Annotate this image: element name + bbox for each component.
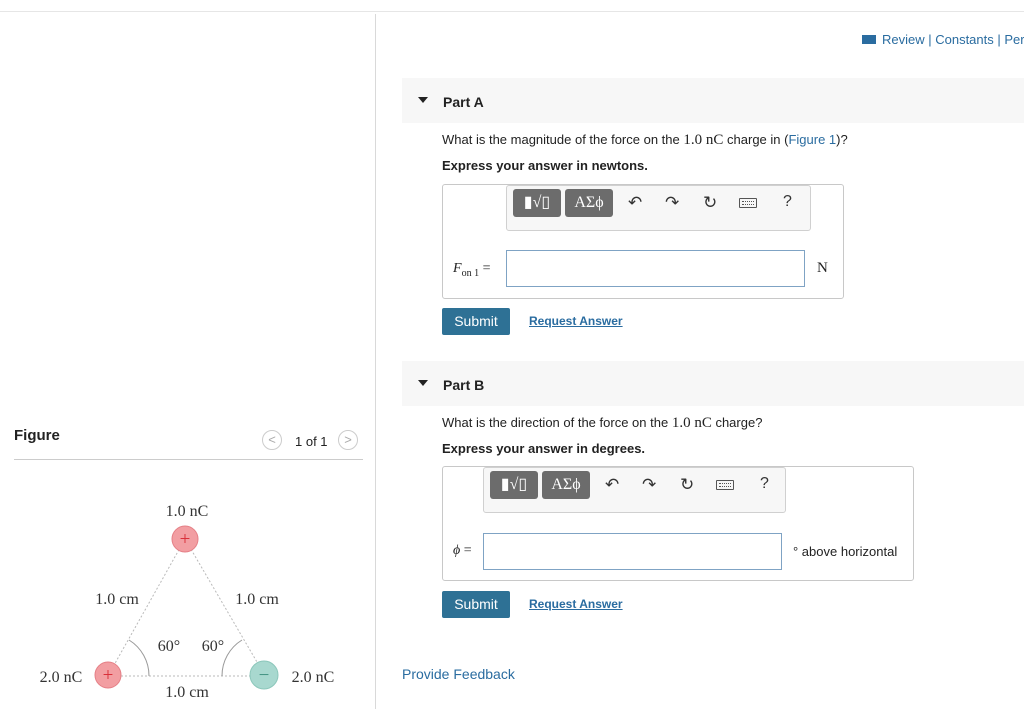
charge-triangle-diagram: + + − 1.0 nC 2.0 nC 2.0 nC 1.0 cm 1.0 cm…	[40, 503, 335, 701]
part-a-answer-input[interactable]	[506, 250, 805, 287]
top-rule	[0, 11, 1024, 12]
part-b-request-answer-link[interactable]: Request Answer	[529, 597, 623, 611]
question-text-mid: charge in (	[727, 132, 789, 147]
part-b-label: Part B	[443, 377, 485, 393]
part-b-math-toolbar: ▮√▯ ΑΣϕ ↶ ↷ ↻ ?	[483, 467, 786, 513]
part-b-answer-box: ▮√▯ ΑΣϕ ↶ ↷ ↻ ? ϕ = ° above horizontal	[442, 466, 914, 581]
redo-icon[interactable]: ↷	[665, 192, 679, 214]
variable-subscript: on 1	[461, 267, 480, 279]
reset-icon[interactable]: ↻	[703, 192, 717, 214]
part-a-answer-box: ▮√▯ ΑΣϕ ↶ ↷ ↻ ? Fon 1 = N	[442, 184, 844, 299]
redo-icon[interactable]: ↷	[642, 474, 656, 496]
part-b-question: What is the direction of the force on th…	[442, 415, 762, 432]
variable-main: F	[453, 261, 462, 276]
right-charge-label: 2.0 nC	[292, 669, 335, 686]
greek-symbols-icon[interactable]: ΑΣϕ	[542, 471, 590, 499]
equals-sign: =	[463, 543, 472, 558]
collapse-triangle-icon[interactable]	[418, 97, 428, 103]
undo-icon[interactable]: ↶	[605, 474, 619, 496]
next-figure-button[interactable]: >	[338, 430, 358, 450]
right-minus-sign: −	[259, 665, 270, 686]
prev-figure-button[interactable]: <	[262, 430, 282, 450]
help-icon[interactable]: ?	[783, 193, 792, 211]
part-b-answer-input[interactable]	[483, 533, 782, 570]
undo-icon[interactable]: ↶	[628, 192, 642, 214]
charge-value: 1.0 nC	[683, 132, 724, 148]
reset-icon[interactable]: ↻	[680, 474, 694, 496]
provide-feedback-link[interactable]: Provide Feedback	[402, 666, 515, 682]
part-a-label: Part A	[443, 94, 484, 110]
part-a-math-toolbar: ▮√▯ ΑΣϕ ↶ ↷ ↻ ?	[506, 185, 811, 231]
part-b-unit: ° above horizontal	[793, 544, 898, 559]
question-text-end: )?	[836, 132, 848, 147]
help-icon[interactable]: ?	[760, 475, 769, 493]
right-side-label: 1.0 cm	[235, 591, 279, 608]
part-a-variable: Fon 1 =	[453, 261, 490, 279]
bottom-side-label: 1.0 cm	[165, 684, 209, 701]
angle-arc-right	[221, 639, 243, 677]
part-a-question: What is the magnitude of the force on th…	[442, 132, 848, 149]
question-text-end: charge?	[715, 415, 763, 430]
book-icon	[862, 35, 876, 44]
left-plus-sign: +	[103, 665, 114, 686]
keyboard-icon[interactable]	[716, 480, 734, 490]
part-a-unit: N	[817, 260, 828, 276]
figure-pager: 1 of 1	[295, 434, 328, 449]
left-angle-label: 60°	[158, 638, 180, 655]
chevron-left-icon: <	[268, 432, 276, 447]
keyboard-icon[interactable]	[739, 198, 757, 208]
part-a-request-answer-link[interactable]: Request Answer	[529, 314, 623, 328]
right-angle-label: 60°	[202, 638, 224, 655]
question-text: What is the magnitude of the force on th…	[442, 132, 680, 147]
part-b-submit-button[interactable]: Submit	[442, 591, 510, 618]
question-text: What is the direction of the force on th…	[442, 415, 669, 430]
part-b-variable: ϕ =	[453, 543, 472, 559]
chevron-right-icon: >	[344, 432, 352, 447]
variable-main: ϕ	[453, 543, 461, 558]
left-side-label: 1.0 cm	[95, 591, 139, 608]
left-charge-label: 2.0 nC	[40, 669, 83, 686]
part-a-instruction: Express your answer in newtons.	[442, 158, 648, 173]
figure-link[interactable]: Figure 1	[788, 132, 836, 147]
part-a-submit-button[interactable]: Submit	[442, 308, 510, 335]
part-a-header[interactable]: Part A	[402, 78, 1024, 123]
greek-symbols-icon[interactable]: ΑΣϕ	[565, 189, 613, 217]
part-b-header[interactable]: Part B	[402, 361, 1024, 406]
collapse-triangle-icon[interactable]	[418, 380, 428, 386]
charge-value: 1.0 nC	[671, 415, 712, 431]
equals-sign: =	[482, 261, 491, 276]
top-plus-sign: +	[180, 529, 191, 550]
angle-arc-left	[128, 639, 150, 677]
templates-icon[interactable]: ▮√▯	[513, 189, 561, 217]
links-text[interactable]: Review | Constants | Peri	[882, 32, 1024, 47]
review-constants-links[interactable]: Review | Constants | Peri	[862, 32, 1024, 47]
panel-divider	[375, 14, 376, 709]
figure-title: Figure	[14, 427, 60, 444]
templates-icon[interactable]: ▮√▯	[490, 471, 538, 499]
part-b-instruction: Express your answer in degrees.	[442, 441, 646, 456]
top-charge-label: 1.0 nC	[166, 503, 209, 520]
